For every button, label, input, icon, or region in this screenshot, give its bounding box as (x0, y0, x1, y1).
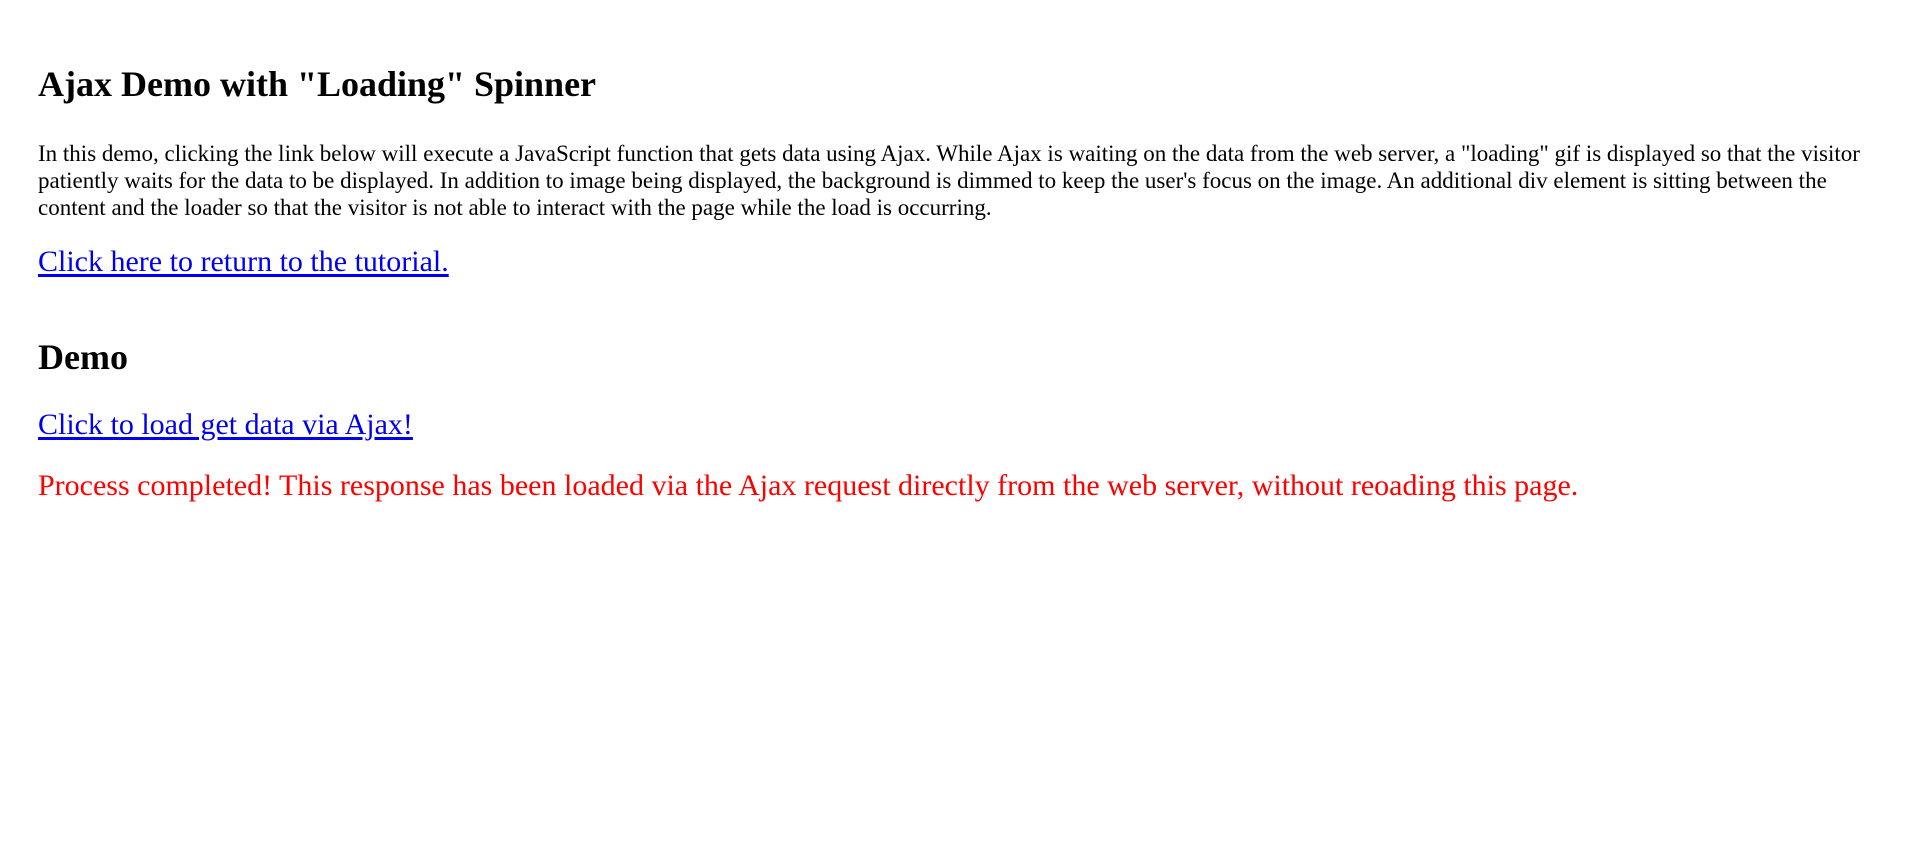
page: Ajax Demo with "Loading" Spinner In this… (0, 0, 1920, 849)
load-data-link[interactable]: Click to load get data via Ajax! (38, 407, 413, 443)
intro-paragraph: In this demo, clicking the link below wi… (38, 141, 1860, 220)
demo-section-title: Demo (38, 337, 128, 377)
ajax-result-message: Process completed! This response has bee… (38, 469, 1579, 502)
return-to-tutorial-link[interactable]: Click here to return to the tutorial. (38, 244, 449, 280)
page-title: Ajax Demo with "Loading" Spinner (38, 64, 597, 104)
